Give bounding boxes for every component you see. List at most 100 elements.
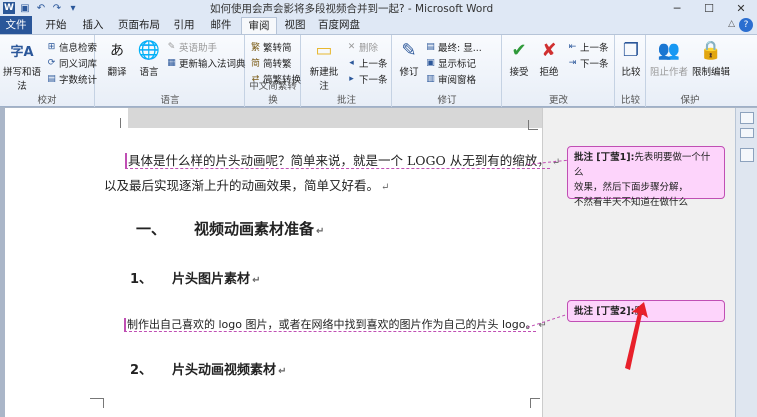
previous-comment-icon: ◂ — [349, 57, 354, 68]
thesaurus-button[interactable]: ⟳ 同义词库 — [46, 56, 97, 70]
language-button[interactable]: 🌐 语言 — [134, 38, 164, 79]
tab-file[interactable]: 文件 — [0, 16, 32, 34]
group-label-changes: 更改 — [548, 95, 568, 106]
red-arrow-annotation — [625, 302, 648, 370]
crop-mark — [530, 398, 540, 408]
next-change-button[interactable]: ⇥ 下一条 — [567, 56, 609, 70]
tab-review[interactable]: 审阅 — [241, 17, 277, 34]
tab-view[interactable]: 视图 — [280, 17, 310, 34]
group-comments: ▭ 新建批注 ✕ 删除 ◂ 上一条 ▸ 下一条 批注 — [302, 35, 392, 107]
wordcount-button[interactable]: ▤ 字数统计 — [46, 72, 97, 86]
heading-2[interactable]: 1、 片头图片素材 ↵ — [130, 268, 260, 287]
paragraph-intro-line2[interactable]: 以及最后实现逐渐上升的动画效果，简单又好看。 ↵ — [104, 175, 389, 194]
track-changes-button[interactable]: ✎ 修订 — [396, 38, 422, 79]
group-chinese-conversion: 繁繁转简 简简转繁 ⇄ 简繁转换 中文简繁转换 — [246, 35, 301, 107]
word-logo-icon[interactable]: W — [3, 2, 15, 14]
prev-change-button[interactable]: ⇤ 上一条 — [567, 40, 609, 54]
window-title: 如何使用会声会影将多段视频合并到一起? - Microsoft Word — [210, 3, 494, 15]
undo-icon[interactable]: ↶ — [35, 2, 47, 14]
wordcount-icon: ▤ — [47, 73, 56, 84]
comment-1-label: 批注 [丁莹1]: — [574, 152, 635, 163]
group-language: あ 翻译 🌐 语言 ✎ 英语助手 ▦ 更新输入法词典 语言 — [96, 35, 246, 107]
heading-2-number: 1、 — [130, 272, 153, 287]
comment-balloon-1[interactable]: 批注 [丁莹1]:先表明要做一个什么 效果，然后下面步骤分解， 不然看半天不知道… — [567, 146, 725, 208]
paragraph-mark: ↵ — [551, 157, 561, 168]
display-for-review-select[interactable]: ▤ 最终: 显... — [425, 40, 482, 54]
vertical-scrollbar[interactable] — [735, 108, 757, 417]
compare-button[interactable]: ❐ 比较 — [618, 38, 644, 79]
traditional-to-simplified-icon: 繁 — [250, 43, 260, 53]
translate-button[interactable]: あ 翻译 — [102, 38, 132, 78]
group-label-tracking: 修订 — [437, 95, 457, 106]
compare-icon: ❐ — [622, 39, 640, 61]
group-protect: 👥 阻止作者 🔒 限制编辑 保护 — [647, 35, 733, 107]
block-authors-button[interactable]: 👥 阻止作者 — [649, 38, 689, 79]
update-ime-button[interactable]: ▦ 更新输入法词典 — [166, 56, 245, 70]
close-button[interactable]: ✕ — [725, 0, 757, 16]
scroll-thumb[interactable] — [740, 148, 754, 162]
comment-1-text[interactable]: 效果，然后下面步骤分解， — [574, 182, 688, 193]
heading-3[interactable]: 2、 片头动画视频素材 ↵ — [130, 359, 286, 378]
spelling-button[interactable]: 字A 拼写和语法 — [2, 38, 42, 93]
ime-assistant-button[interactable]: ✎ 英语助手 — [166, 40, 217, 54]
tab-insert[interactable]: 插入 — [77, 17, 109, 34]
simplified-to-traditional-icon: 简 — [250, 59, 260, 69]
ribbon-tabs: 文件 开始 插入 页面布局 引用 邮件 审阅 视图 百度网盘 △ ? — [0, 16, 757, 34]
tab-page-layout[interactable]: 页面布局 — [114, 17, 164, 34]
tab-mailings[interactable]: 邮件 — [205, 17, 237, 34]
next-comment-button[interactable]: ▸ 下一条 — [346, 72, 387, 86]
collapse-ribbon-icon[interactable]: △ — [728, 19, 735, 29]
save-icon[interactable]: ▣ — [19, 2, 31, 14]
delete-comment-button[interactable]: ✕ 删除 — [346, 40, 378, 54]
track-changes-icon: ✎ — [401, 39, 417, 61]
paragraph-logo[interactable]: 制作出自己喜欢的 logo 图片，或者在网络中找到喜欢的图片作为自己的片头 lo… — [124, 316, 547, 332]
paragraph-mark: ↵ — [316, 226, 325, 237]
review-pane-button[interactable]: ▥ 审阅窗格 — [425, 72, 476, 86]
research-icon: ⊞ — [47, 41, 56, 52]
title-bar: W ▣ ↶ ↷ ▾ 如何使用会声会影将多段视频合并到一起? - Microsof… — [0, 0, 757, 16]
scroll-up-icon[interactable] — [740, 128, 754, 138]
new-comment-icon: ▭ — [315, 39, 333, 61]
heading-1-text[interactable]: 视频动画素材准备 — [194, 220, 314, 238]
heading-3-text[interactable]: 片头动画视频素材 — [172, 363, 276, 378]
prev-comment-button[interactable]: ◂ 上一条 — [346, 56, 387, 70]
new-comment-button[interactable]: ▭ 新建批注 — [306, 38, 342, 93]
heading-1[interactable]: 一、 视频动画素材准备 ↵ — [136, 218, 324, 239]
t2s-button[interactable]: 繁繁转简 — [250, 40, 292, 54]
reject-button[interactable]: ✘ 拒绝 — [535, 38, 563, 79]
tab-home[interactable]: 开始 — [40, 17, 72, 34]
commented-text-1[interactable]: 具体是什么样的片头动画呢？简单来说，就是一个 LOGO 从无到有的缩放， — [125, 153, 550, 169]
maximize-button[interactable]: ☐ — [693, 0, 725, 16]
heading-2-text[interactable]: 片头图片素材 — [172, 272, 250, 287]
restrict-editing-button[interactable]: 🔒 限制编辑 — [691, 38, 731, 79]
research-button[interactable]: ⊞ 信息检索 — [46, 40, 97, 54]
language-icon: 🌐 — [137, 39, 161, 61]
group-compare: ❐ 比较 比较 — [616, 35, 646, 107]
tab-references[interactable]: 引用 — [168, 17, 200, 34]
block-authors-icon: 👥 — [657, 39, 681, 61]
paragraph-mark: ↵ — [278, 366, 287, 377]
commented-text-2[interactable]: 制作出自己喜欢的 logo 图片，或者在网络中找到喜欢的图片作为自己的片头 lo… — [124, 318, 537, 332]
customize-qat-icon[interactable]: ▾ — [67, 2, 79, 14]
tab-baidu-netdisk[interactable]: 百度网盘 — [313, 17, 365, 34]
paragraph-intro-line1[interactable]: 具体是什么样的片头动画呢？简单来说，就是一个 LOGO 从无到有的缩放， ↵ — [125, 150, 560, 169]
ribbon: 字A 拼写和语法 ⊞ 信息检索 ⟳ 同义词库 ▤ 字数统计 校对 あ 翻译 🌐 语言 … — [0, 34, 757, 107]
minimize-button[interactable]: ─ — [661, 0, 693, 16]
help-icon[interactable]: ? — [739, 18, 753, 32]
ruler-toggle-icon[interactable] — [740, 112, 754, 124]
comment-1-text[interactable]: 不然看半天不知道在做什么 — [574, 197, 688, 208]
accept-button[interactable]: ✔ 接受 — [505, 38, 533, 79]
crop-mark — [90, 398, 104, 408]
group-tracking: ✎ 修订 ▤ 最终: 显... ▣ 显示标记 ▥ 审阅窗格 修订 — [393, 35, 502, 107]
next-comment-icon: ▸ — [349, 73, 354, 84]
crop-mark — [528, 120, 538, 130]
page-header-gap — [128, 108, 543, 128]
redo-icon[interactable]: ↷ — [51, 2, 63, 14]
accept-icon: ✔ — [511, 39, 527, 61]
next-change-icon: ⇥ — [568, 57, 577, 68]
paragraph-intro-text[interactable]: 以及最后实现逐渐上升的动画效果，简单又好看。 — [104, 178, 379, 193]
spelling-icon: 字A — [10, 44, 34, 60]
paragraph-mark: ↵ — [252, 275, 261, 286]
s2t-button[interactable]: 简简转繁 — [250, 56, 292, 70]
show-markup-button[interactable]: ▣ 显示标记 — [425, 56, 476, 70]
